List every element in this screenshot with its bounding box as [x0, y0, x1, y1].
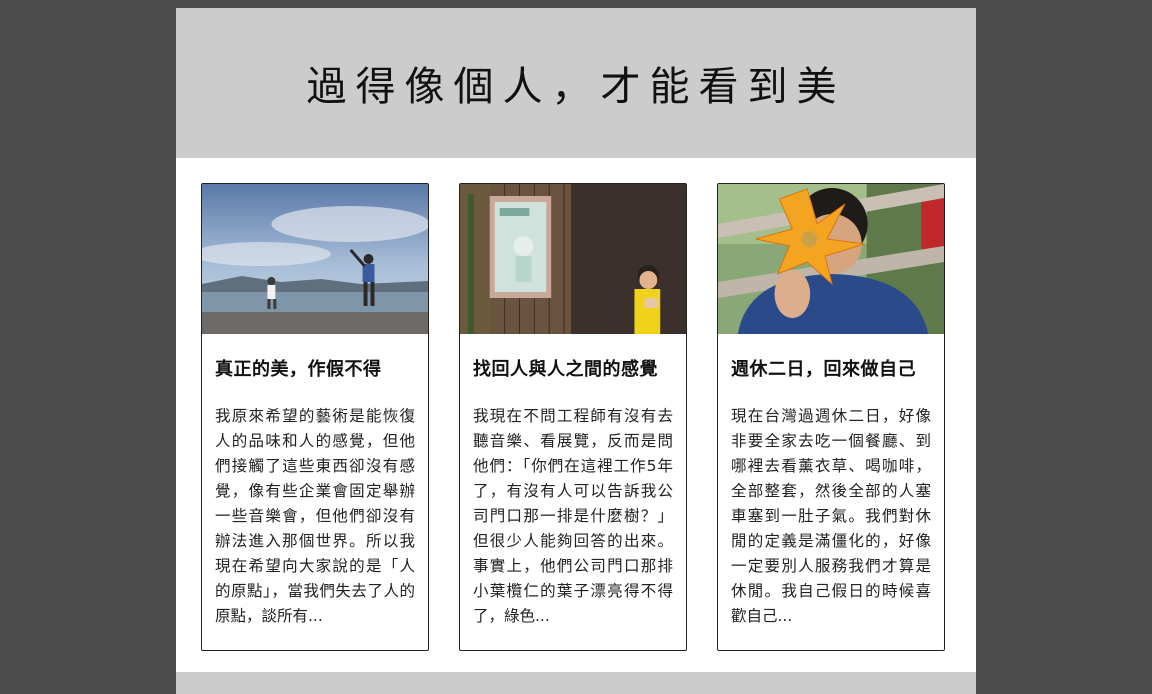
card-title[interactable]: 週休二日，回來做自己: [731, 358, 931, 382]
card-list: 真正的美，作假不得 我原來希望的藝術是能恢復人的品味和人的感覺，但他們接觸了這些…: [201, 183, 945, 651]
header-banner: 過得像個人，才能看到美: [176, 8, 976, 158]
card-title[interactable]: 真正的美，作假不得: [215, 358, 415, 382]
card-image-child-with-leaf[interactable]: [718, 184, 944, 334]
page-title: 過得像個人，才能看到美: [306, 64, 846, 110]
card-image-beach-kids[interactable]: [202, 184, 428, 334]
card-excerpt: 我現在不問工程師有沒有去聽音樂、看展覽，反而是問他們：「你們在這裡工作5年了，有…: [473, 407, 673, 625]
card-title[interactable]: 找回人與人之間的感覺: [473, 358, 673, 382]
article-card-2[interactable]: 找回人與人之間的感覺 我現在不問工程師有沒有去聽音樂、看展覽，反而是問他們：「你…: [459, 183, 687, 651]
article-card-1[interactable]: 真正的美，作假不得 我原來希望的藝術是能恢復人的品味和人的感覺，但他們接觸了這些…: [201, 183, 429, 651]
card-excerpt: 現在台灣過週休二日，好像非要全家去吃一個餐廳、到哪裡去看薰衣草、喝咖啡，全部整套…: [731, 407, 931, 625]
card-image-boy-at-door[interactable]: [460, 184, 686, 334]
article-card-3[interactable]: 週休二日，回來做自己 現在台灣過週休二日，好像非要全家去吃一個餐廳、到哪裡去看薰…: [717, 183, 945, 651]
card-excerpt: 我原來希望的藝術是能恢復人的品味和人的感覺，但他們接觸了這些東西卻沒有感覺，像有…: [215, 407, 415, 625]
page-container: 過得像個人，才能看到美 真正的美，作假不得 我原來希望的藝術是能恢復人的品味和人…: [176, 8, 976, 694]
footer-strip: [176, 672, 976, 694]
